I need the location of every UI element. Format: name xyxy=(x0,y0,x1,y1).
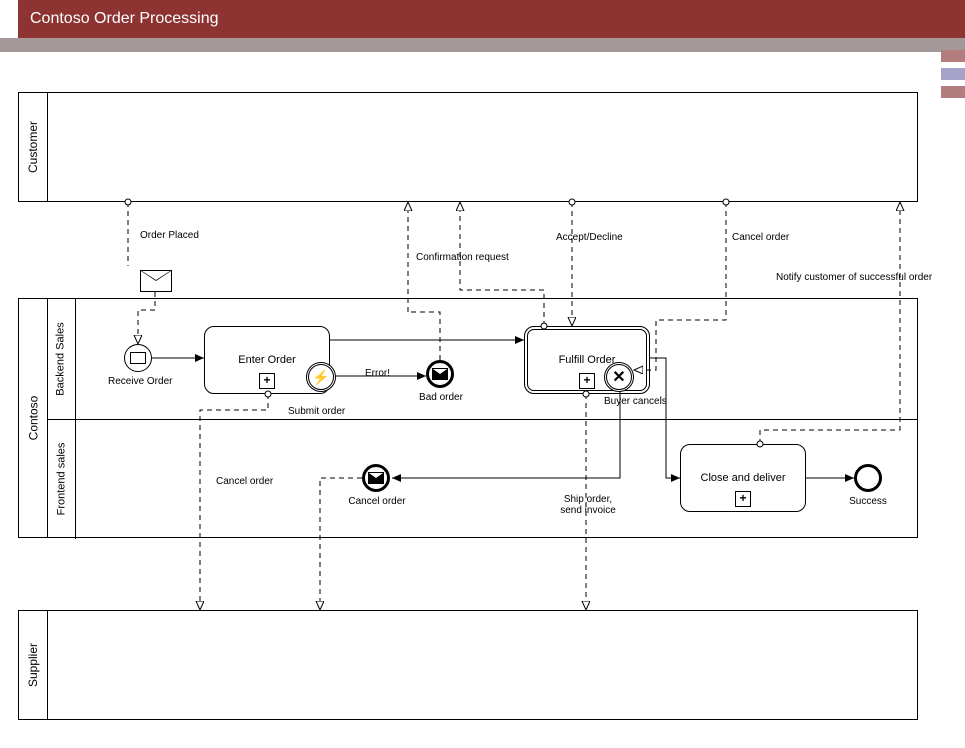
msg-label-order-placed: Order Placed xyxy=(140,230,199,241)
boundary-event-error[interactable]: ⚡ xyxy=(306,362,336,392)
subprocess-marker-icon: + xyxy=(735,491,751,507)
event-label-buyer-cancels: Buyer cancels xyxy=(604,396,667,407)
msg-label-accept-decline: Accept/Decline xyxy=(556,232,623,243)
boundary-event-cancel[interactable]: ✕ xyxy=(604,362,634,392)
pool-label-contoso: Contoso xyxy=(19,299,48,537)
end-event-bad-order[interactable] xyxy=(426,360,454,388)
lane-label-backend: Backend Sales xyxy=(47,299,76,419)
seq-label-error: Error! xyxy=(365,368,390,379)
msg-label-confirmation: Confirmation request xyxy=(416,252,509,263)
envelope-icon xyxy=(130,352,146,364)
msg-label-ship-invoice: Ship order, send invoice xyxy=(548,494,628,516)
pool-customer[interactable]: Customer xyxy=(18,92,918,202)
end-event-success[interactable] xyxy=(854,464,882,492)
msg-label-notify-success: Notify customer of successful order xyxy=(776,272,932,283)
pool-label-supplier: Supplier xyxy=(19,611,48,719)
event-label-receive-order: Receive Order xyxy=(108,376,168,387)
event-label-success: Success xyxy=(838,496,898,507)
header-band xyxy=(0,38,965,52)
error-icon: ⚡ xyxy=(312,369,329,386)
msg-label-submit-order: Submit order xyxy=(288,406,345,417)
header-accent xyxy=(941,44,965,98)
lane-divider xyxy=(47,419,917,420)
pool-supplier[interactable]: Supplier xyxy=(18,610,918,720)
task-label: Fulfill Order xyxy=(559,354,616,366)
lane-label-frontend: Frontend sales xyxy=(47,419,76,539)
subprocess-marker-icon: + xyxy=(579,373,595,389)
msg-label-cancel-left: Cancel order xyxy=(216,476,273,487)
envelope-filled-icon xyxy=(432,368,448,380)
end-event-cancel-order[interactable] xyxy=(362,464,390,492)
diagram-title: Contoso Order Processing xyxy=(30,10,219,27)
message-envelope-icon xyxy=(140,270,172,292)
diagram-title-bar: Contoso Order Processing xyxy=(18,0,965,38)
task-label: Enter Order xyxy=(238,354,295,366)
cancel-icon: ✕ xyxy=(612,367,625,387)
msg-label-cancel-top: Cancel order xyxy=(732,232,789,243)
event-label-bad-order: Bad order xyxy=(416,392,466,403)
task-close-and-deliver[interactable]: Close and deliver + xyxy=(680,444,806,512)
envelope-filled-icon xyxy=(368,472,384,484)
start-event-receive-order[interactable] xyxy=(124,344,152,372)
event-label-cancel-order: Cancel order xyxy=(342,496,412,507)
task-label: Close and deliver xyxy=(701,472,786,484)
pool-label-customer: Customer xyxy=(19,93,48,201)
subprocess-marker-icon: + xyxy=(259,373,275,389)
